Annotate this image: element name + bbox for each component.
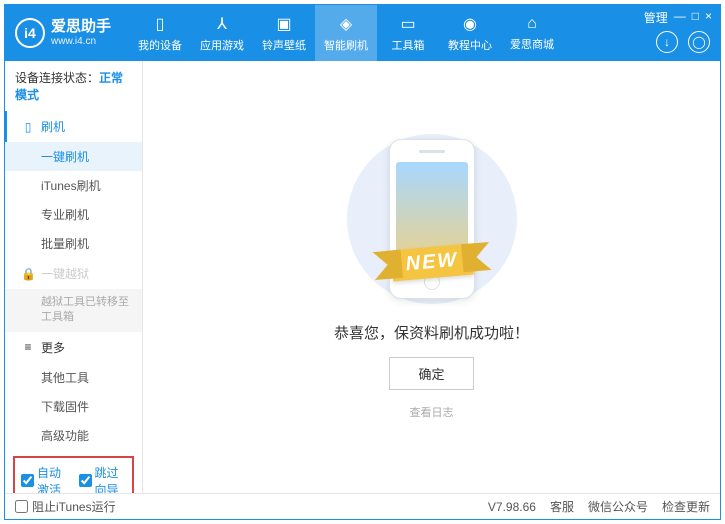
tutorial-icon: ◉ bbox=[463, 14, 477, 34]
nav-flash[interactable]: ◈智能刷机 bbox=[315, 5, 377, 61]
auto-activate-checkbox[interactable]: 自动激活 bbox=[21, 464, 69, 493]
options-highlight: 自动激活 跳过向导 bbox=[13, 456, 134, 493]
logo-icon: i4 bbox=[15, 18, 45, 48]
download-button[interactable]: ↓ bbox=[656, 31, 678, 53]
footer: 阻止iTunes运行 V7.98.66 客服 微信公众号 检查更新 bbox=[5, 493, 720, 519]
wallpaper-icon: ▣ bbox=[276, 14, 291, 34]
maximize-button[interactable]: □ bbox=[692, 9, 699, 26]
sidebar-item-oneclick[interactable]: 一键刷机 bbox=[5, 142, 142, 171]
lock-icon: 🔒 bbox=[21, 267, 35, 281]
skip-guide-checkbox[interactable]: 跳过向导 bbox=[79, 464, 127, 493]
close-button[interactable]: × bbox=[705, 9, 712, 26]
success-message: 恭喜您，保资料刷机成功啦！ bbox=[334, 322, 529, 343]
sidebar-item-download[interactable]: 下载固件 bbox=[5, 392, 142, 421]
sidebar-item-itunes[interactable]: iTunes刷机 bbox=[5, 171, 142, 200]
header: i4 爱思助手 www.i4.cn ▯我的设备 ⅄应用游戏 ▣铃声壁纸 ◈智能刷… bbox=[5, 5, 720, 61]
connection-status: 设备连接状态：正常模式 bbox=[5, 61, 142, 111]
version-label: V7.98.66 bbox=[488, 500, 536, 514]
ok-button[interactable]: 确定 bbox=[389, 357, 473, 390]
nav-ringtones[interactable]: ▣铃声壁纸 bbox=[253, 5, 315, 61]
sidebar: 设备连接状态：正常模式 ▯刷机 一键刷机 iTunes刷机 专业刷机 批量刷机 … bbox=[5, 61, 143, 493]
user-button[interactable]: ◯ bbox=[688, 31, 710, 53]
jailbreak-note: 越狱工具已转移至工具箱 bbox=[5, 289, 142, 332]
app-url: www.i4.cn bbox=[51, 36, 111, 47]
sidebar-item-pro[interactable]: 专业刷机 bbox=[5, 200, 142, 229]
nav-my-device[interactable]: ▯我的设备 bbox=[129, 5, 191, 61]
nav-tutorials[interactable]: ◉教程中心 bbox=[439, 5, 501, 61]
nav-toolbox[interactable]: ▭工具箱 bbox=[377, 5, 439, 61]
sidebar-item-batch[interactable]: 批量刷机 bbox=[5, 229, 142, 258]
block-itunes-checkbox[interactable]: 阻止iTunes运行 bbox=[15, 498, 116, 515]
phone-icon: ▯ bbox=[21, 120, 35, 134]
sidebar-item-other[interactable]: 其他工具 bbox=[5, 363, 142, 392]
sidebar-item-advanced[interactable]: 高级功能 bbox=[5, 421, 142, 450]
sidebar-cat-flash[interactable]: ▯刷机 bbox=[5, 111, 142, 142]
top-nav: ▯我的设备 ⅄应用游戏 ▣铃声壁纸 ◈智能刷机 ▭工具箱 ◉教程中心 ⌂爱思商城 bbox=[129, 5, 563, 61]
apps-icon: ⅄ bbox=[217, 14, 227, 34]
logo: i4 爱思助手 www.i4.cn bbox=[15, 18, 111, 48]
menu-icon: ≡ bbox=[21, 340, 35, 354]
manage-button[interactable]: 管理 bbox=[644, 9, 668, 26]
view-log-link[interactable]: 查看日志 bbox=[410, 404, 454, 420]
sidebar-cat-more[interactable]: ≡更多 bbox=[5, 332, 142, 363]
service-link[interactable]: 客服 bbox=[550, 498, 574, 515]
nav-store[interactable]: ⌂爱思商城 bbox=[501, 5, 563, 61]
toolbox-icon: ▭ bbox=[400, 14, 415, 34]
store-icon: ⌂ bbox=[527, 15, 537, 33]
flash-icon: ◈ bbox=[340, 14, 352, 34]
success-illustration: NEW bbox=[332, 134, 532, 304]
sidebar-cat-jailbreak[interactable]: 🔒一键越狱 bbox=[5, 258, 142, 289]
phone-icon: ▯ bbox=[156, 14, 165, 34]
update-link[interactable]: 检查更新 bbox=[662, 498, 710, 515]
minimize-button[interactable]: — bbox=[674, 9, 686, 26]
app-name: 爱思助手 bbox=[51, 19, 111, 36]
wechat-link[interactable]: 微信公众号 bbox=[588, 498, 648, 515]
app-window: i4 爱思助手 www.i4.cn ▯我的设备 ⅄应用游戏 ▣铃声壁纸 ◈智能刷… bbox=[4, 4, 721, 520]
window-controls: 管理 — □ × bbox=[644, 9, 712, 26]
nav-apps[interactable]: ⅄应用游戏 bbox=[191, 5, 253, 61]
main-content: NEW 恭喜您，保资料刷机成功啦！ 确定 查看日志 bbox=[143, 61, 720, 493]
